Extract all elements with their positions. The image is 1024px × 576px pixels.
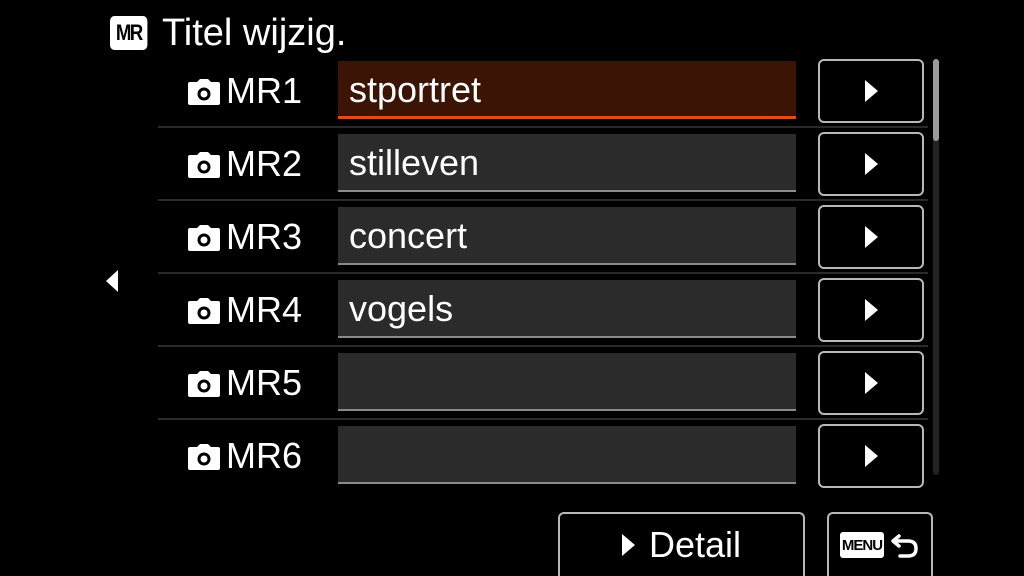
title-field[interactable]: stportret	[338, 61, 796, 119]
row-label: MR5	[226, 362, 303, 403]
title-field[interactable]: concert	[338, 207, 796, 265]
mr-badge-icon: MR	[110, 16, 148, 50]
camera-icon	[188, 298, 220, 324]
camera-icon	[188, 371, 220, 397]
return-arrow-icon	[891, 534, 918, 558]
detail-button[interactable]: Detail	[558, 512, 805, 576]
list-item-mr6: MR6	[158, 420, 928, 493]
list-item-mr3: MR3 concert	[158, 201, 928, 274]
edit-arrow-button[interactable]	[818, 59, 924, 123]
title-field[interactable]: stilleven	[338, 134, 796, 192]
title-field[interactable]	[338, 353, 796, 411]
memory-recall-list: MR1 stportret MR2 stilleven MR3 concert	[158, 55, 928, 493]
list-item-mr2: MR2 stilleven	[158, 128, 928, 201]
edit-arrow-button[interactable]	[818, 351, 924, 415]
camera-icon	[188, 79, 220, 105]
menu-badge-icon: MENU	[840, 532, 884, 558]
list-item-mr5: MR5	[158, 347, 928, 420]
row-label: MR6	[226, 435, 303, 476]
camera-icon	[188, 152, 220, 178]
menu-back-button[interactable]: MENU	[827, 512, 933, 576]
row-label: MR1	[226, 70, 303, 111]
edit-arrow-button[interactable]	[818, 278, 924, 342]
triangle-right-icon	[864, 226, 878, 248]
scrollbar-thumb[interactable]	[933, 59, 939, 141]
previous-page-arrow-icon[interactable]	[106, 270, 118, 292]
screen-header: MR Titel wijzig.	[110, 8, 346, 58]
edit-arrow-button[interactable]	[818, 132, 924, 196]
detail-button-label: Detail	[648, 524, 742, 565]
row-label: MR3	[226, 216, 303, 257]
page-title: Titel wijzig.	[162, 11, 347, 54]
edit-arrow-button[interactable]	[818, 205, 924, 269]
triangle-right-icon	[864, 445, 878, 467]
triangle-right-icon	[864, 299, 878, 321]
list-item-mr1: MR1 stportret	[158, 55, 928, 128]
triangle-right-icon	[864, 153, 878, 175]
row-label: MR4	[226, 289, 303, 330]
list-item-mr4: MR4 vogels	[158, 274, 928, 347]
camera-icon	[188, 225, 220, 251]
triangle-right-icon	[864, 80, 878, 102]
row-label: MR2	[226, 143, 303, 184]
edit-arrow-button[interactable]	[818, 424, 924, 488]
title-field[interactable]	[338, 426, 796, 484]
title-field[interactable]: vogels	[338, 280, 796, 338]
scrollbar[interactable]	[933, 59, 939, 475]
camera-icon	[188, 444, 220, 470]
triangle-right-icon	[864, 372, 878, 394]
triangle-right-icon	[621, 534, 635, 556]
